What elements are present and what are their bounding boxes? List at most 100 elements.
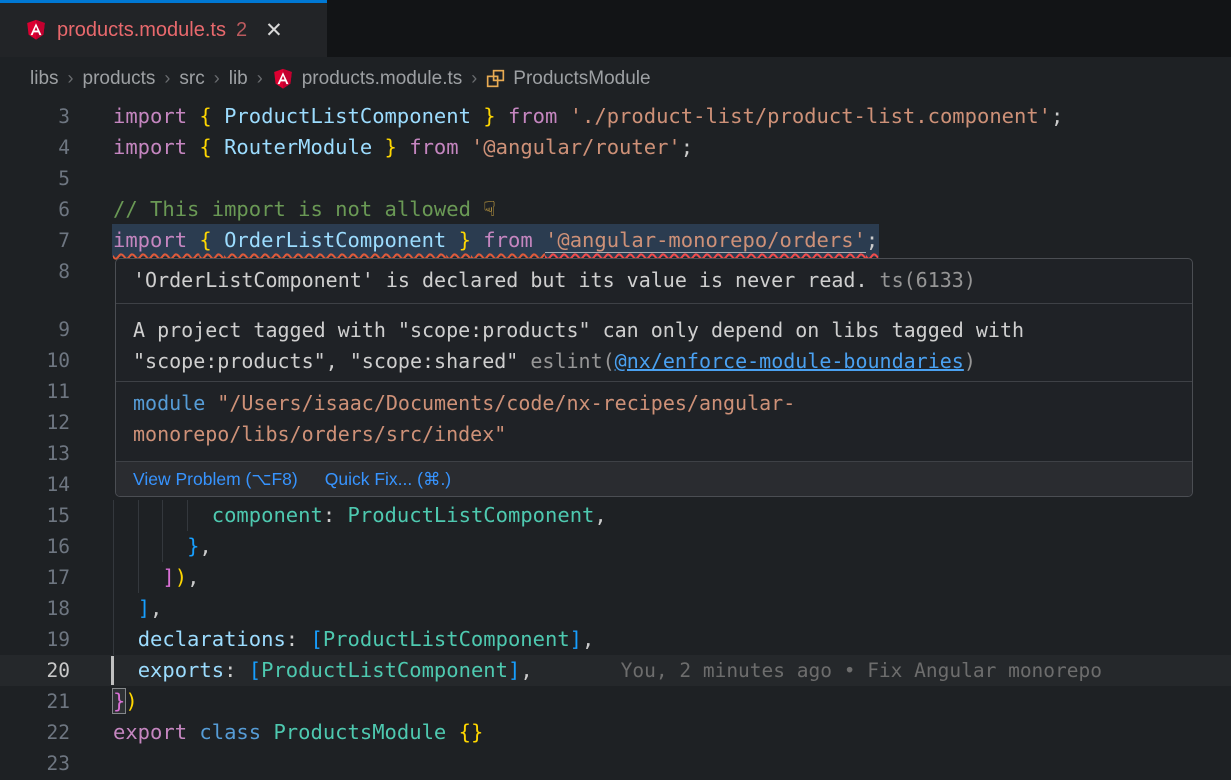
breadcrumb-item-products-module-ts[interactable]: products.module.ts — [272, 67, 463, 91]
line-number[interactable]: 4 — [0, 132, 70, 163]
code-line-17[interactable]: 17 ]), — [0, 562, 1231, 593]
breadcrumb-label: lib — [229, 68, 248, 90]
breadcrumb: libs›products›src›lib›products.module.ts… — [0, 57, 1231, 100]
token: from — [496, 104, 570, 128]
code-line-15[interactable]: 15 component: ProductListComponent, — [0, 500, 1231, 531]
token: OrderListComponent — [224, 228, 446, 252]
token — [113, 534, 187, 558]
vscode-window: products.module.ts 2 ✕ libs›products›src… — [0, 0, 1231, 780]
token: } — [471, 104, 496, 128]
popup-text: module — [133, 391, 217, 415]
line-number[interactable]: 7 — [0, 225, 70, 256]
breadcrumb-item-lib[interactable]: lib — [229, 68, 248, 90]
token: '@angular-monorepo/orders' — [545, 228, 866, 253]
code-text: // This import is not allowed ☟ — [113, 194, 496, 225]
token: {} — [459, 720, 484, 744]
line-number[interactable]: 3 — [0, 101, 70, 132]
code-line-18[interactable]: 18 ], — [0, 593, 1231, 624]
breadcrumb-item-libs[interactable]: libs — [30, 68, 59, 90]
line-number[interactable]: 17 — [0, 562, 70, 593]
token: { — [199, 228, 224, 252]
popup-text: 'OrderListComponent' is declared but its… — [133, 268, 880, 292]
code-line-6[interactable]: 6 // This import is not allowed ☟ — [0, 194, 1231, 225]
token — [113, 503, 212, 527]
line-number[interactable]: 9 — [0, 314, 70, 345]
token: ] — [570, 627, 582, 651]
token: ] — [508, 658, 520, 682]
line-number[interactable]: 12 — [0, 407, 70, 438]
token: ] — [138, 596, 150, 620]
line-number[interactable]: 20 — [0, 655, 70, 686]
popup-text: ts(6133) — [880, 268, 976, 292]
tab-products-module[interactable]: products.module.ts 2 ✕ — [0, 0, 327, 57]
code-line-20[interactable]: 20 exports: [ProductListComponent],You, … — [0, 655, 1231, 686]
token: ; — [1051, 104, 1063, 128]
code-line-21[interactable]: 21}) — [0, 686, 1231, 717]
line-number[interactable]: 6 — [0, 194, 70, 225]
token: export — [113, 720, 199, 744]
token: ) — [175, 565, 187, 589]
token: : — [286, 627, 311, 651]
quick-fix-button[interactable]: Quick Fix... (⌘.) — [325, 469, 451, 490]
line-number[interactable]: 8 — [0, 256, 70, 287]
code-line-22[interactable]: 22export class ProductsModule {} — [0, 717, 1231, 748]
line-number[interactable]: 15 — [0, 500, 70, 531]
code-line-16[interactable]: 16 }, — [0, 531, 1231, 562]
view-problem-button[interactable]: View Problem (⌥F8) — [133, 469, 298, 490]
code-line-7[interactable]: 7 import { OrderListComponent } from '@an… — [0, 225, 1231, 256]
token: import — [113, 135, 199, 159]
code-line-23[interactable]: 23 — [0, 748, 1231, 779]
line-number[interactable]: 19 — [0, 624, 70, 655]
token: , — [594, 503, 606, 527]
popup-text-line: monorepo/libs/orders/src/index" — [133, 419, 1192, 450]
breadcrumb-item-src[interactable]: src — [179, 68, 204, 90]
line-number[interactable]: 13 — [0, 438, 70, 469]
problem-hover-popup: 'OrderListComponent' is declared but its… — [115, 258, 1193, 497]
line-number[interactable]: 22 — [0, 717, 70, 748]
popup-text: monorepo/libs/orders/src/index" — [133, 422, 506, 446]
breadcrumb-label: libs — [30, 68, 59, 90]
breadcrumb-item-products[interactable]: products — [83, 68, 156, 90]
token: exports — [138, 658, 224, 682]
token: ) — [125, 689, 137, 713]
token — [113, 658, 138, 682]
token: component — [212, 503, 323, 527]
popup-text-line: A project tagged with "scope:products" c… — [133, 315, 1192, 346]
line-number[interactable]: 23 — [0, 748, 70, 779]
code-line-3[interactable]: 3 import { ProductListComponent } from '.… — [0, 101, 1231, 132]
line-number[interactable]: 18 — [0, 593, 70, 624]
token — [113, 565, 162, 589]
token: : — [224, 658, 249, 682]
breadcrumb-item-productsmodule[interactable]: ProductsModule — [486, 68, 650, 90]
code-editor[interactable]: 3 import { ProductListComponent } from '.… — [0, 100, 1231, 780]
code-line-4[interactable]: 4import { RouterModule } from '@angular/… — [0, 132, 1231, 163]
popup-section-ts-error: 'OrderListComponent' is declared but its… — [116, 259, 1192, 303]
line-number[interactable]: 21 — [0, 686, 70, 717]
line-number[interactable]: 14 — [0, 469, 70, 500]
token: ☟ — [483, 197, 495, 221]
line-number[interactable]: 5 — [0, 163, 70, 194]
popup-text: eslint( — [530, 349, 614, 373]
code-line-19[interactable]: 19 declarations: [ProductListComponent], — [0, 624, 1231, 655]
code-text: }) — [113, 686, 138, 717]
line-number[interactable]: 11 — [0, 376, 70, 407]
token: './product-list/product-list.component' — [570, 104, 1051, 128]
token: ; — [681, 135, 693, 159]
popup-action-bar: View Problem (⌥F8) Quick Fix... (⌘.) — [116, 461, 1192, 496]
line-number[interactable]: 10 — [0, 345, 70, 376]
line-number[interactable]: 16 — [0, 531, 70, 562]
token: , — [520, 658, 532, 682]
code-text: import { OrderListComponent } from '@ang… — [113, 225, 878, 256]
close-icon[interactable]: ✕ — [265, 18, 283, 43]
code-text: exports: [ProductListComponent],You, 2 m… — [113, 655, 1102, 686]
eslint-rule-link[interactable]: @nx/enforce-module-boundaries — [615, 349, 964, 373]
popup-text-line: 'OrderListComponent' is declared but its… — [133, 265, 1192, 296]
token: ] — [162, 565, 174, 589]
code-text: ]), — [113, 562, 199, 593]
code-line-5[interactable]: 5 — [0, 163, 1231, 194]
token: , — [150, 596, 162, 620]
token: ProductListComponent — [323, 627, 570, 651]
tab-title: products.module.ts — [57, 19, 226, 42]
code-text: import { ProductListComponent } from './… — [113, 101, 1063, 132]
code-text: declarations: [ProductListComponent], — [113, 624, 594, 655]
